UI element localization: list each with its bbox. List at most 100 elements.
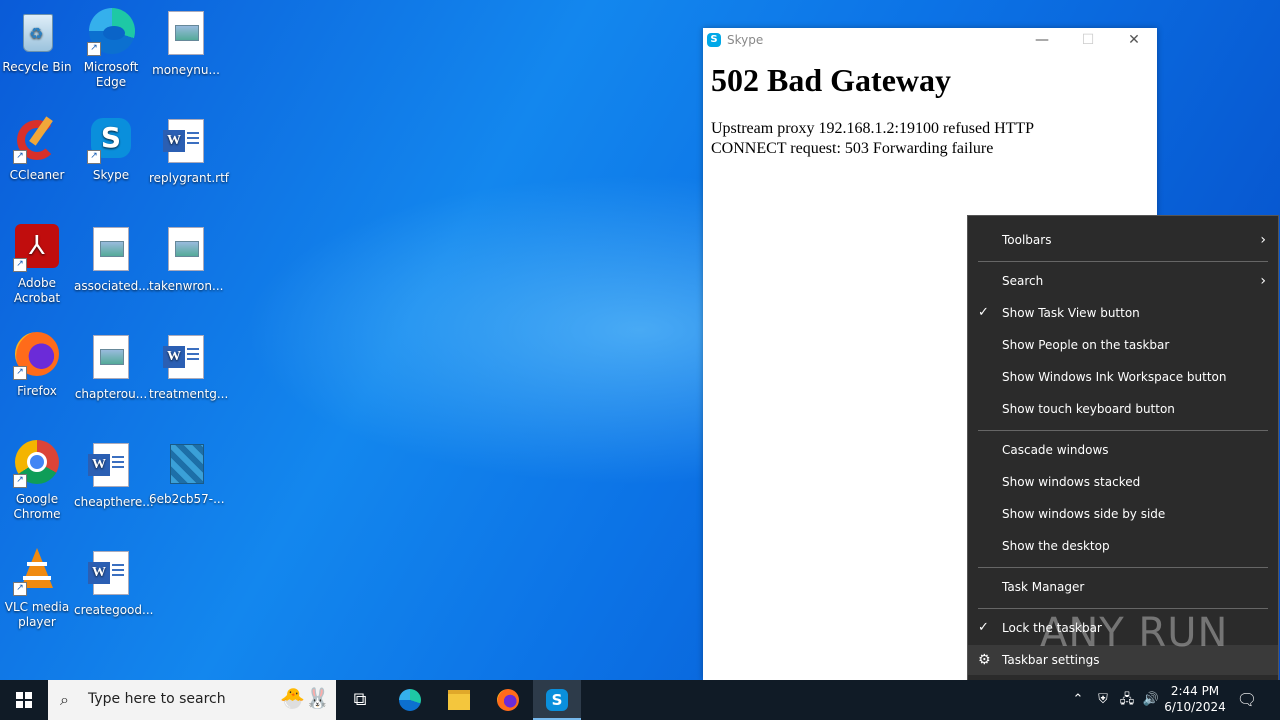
desktop-icon-edge[interactable]: ↗ Microsoft Edge [74,8,148,90]
menu-item-show-ink-workspace[interactable]: Show Windows Ink Workspace button [968,362,1278,392]
menu-item-search[interactable]: Search › [968,266,1278,296]
taskbar-context-menu: Toolbars › Search › ✓ Show Task View but… [967,215,1279,682]
error-page: 502 Bad Gateway Upstream proxy 192.168.1… [703,62,1157,159]
file-explorer-icon [448,690,470,710]
recycle-bin-icon: ♻ [13,8,61,56]
chrome-icon: ↗ [13,440,61,488]
menu-item-task-manager[interactable]: Task Manager [968,572,1278,602]
tray-network[interactable]: 🖧 [1116,680,1138,720]
desktop-icon-recycle-bin[interactable]: ♻ Recycle Bin [0,8,74,75]
taskbar-skype[interactable]: S [533,680,581,720]
desktop-icon-skype[interactable]: S ↗ Skype [74,116,148,183]
chevron-right-icon: › [1260,273,1266,289]
desktop-icon-label: chapterou... [74,387,148,401]
notification-icon: 🗨 [1236,690,1258,709]
menu-item-show-touch-keyboard[interactable]: Show touch keyboard button [968,394,1278,424]
firefox-icon: ↗ [13,332,61,380]
minimize-button[interactable]: — [1019,28,1065,52]
desktop-icon-acrobat[interactable]: ⅄ ↗ Adobe Acrobat [0,224,74,306]
menu-item-show-desktop[interactable]: Show the desktop [968,531,1278,561]
desktop-icon-file[interactable]: W treatmentg... [149,332,228,402]
chevron-right-icon: › [1260,232,1266,248]
action-center-button[interactable]: 🗨 [1234,680,1260,720]
firefox-icon [497,689,519,711]
show-hidden-icons-button[interactable]: ⌃ [1068,680,1088,720]
desktop-icon-file[interactable]: 6eb2cb57-... [149,440,225,507]
shortcut-arrow-icon: ↗ [13,258,27,272]
clock-time: 2:44 PM [1170,684,1220,698]
maximize-button[interactable]: ☐ [1065,28,1111,52]
task-view-button[interactable]: ⧉ [336,680,384,720]
taskbar-clock[interactable]: 2:44 PM 6/10/2024 [1160,683,1230,715]
menu-separator [978,261,1268,262]
desktop-icon-file[interactable]: W creategood... [74,548,154,618]
checkmark-icon: ✓ [978,620,989,635]
menu-item-toolbars[interactable]: Toolbars › [968,225,1278,255]
shortcut-arrow-icon: ↗ [13,366,27,380]
taskbar-edge[interactable] [386,680,434,720]
desktop-icon-label: Adobe Acrobat [13,276,61,305]
desktop-icon-vlc[interactable]: ↗ VLC media player [0,548,74,630]
menu-item-windows-side-by-side[interactable]: Show windows side by side [968,499,1278,529]
menu-item-label: Show windows side by side [1002,507,1166,521]
desktop-icon-label: 6eb2cb57-... [149,492,225,506]
search-box[interactable]: ⌕ Type here to search 🐣🐰 [48,680,336,720]
edge-icon: ↗ [87,8,135,56]
desktop-icon-file[interactable]: chapterou... [74,332,148,402]
desktop-icon-label: cheapthere... [74,495,154,509]
gear-icon: ⚙ [978,652,991,668]
start-button[interactable] [0,680,48,720]
word-doc-icon: W [87,551,135,599]
taskbar-file-explorer[interactable] [435,680,483,720]
desktop-icon-label: VLC media player [4,600,70,629]
word-doc-icon: W [87,443,135,491]
desktop-icon-label: creategood... [74,603,154,617]
desktop-icon-file[interactable]: takenwron... [149,224,223,294]
checkmark-icon: ✓ [978,305,989,320]
tray-security[interactable]: ⛨ [1092,680,1114,720]
desktop-icon-firefox[interactable]: ↗ Firefox [0,332,74,399]
image-file-icon [87,227,135,275]
shortcut-arrow-icon: ↗ [13,150,27,164]
menu-item-label: Task Manager [1002,580,1085,594]
package-icon [162,440,210,488]
desktop-icon-label: Microsoft Edge [83,60,139,89]
desktop-icon-label: replygrant.rtf [149,171,229,185]
menu-item-windows-stacked[interactable]: Show windows stacked [968,467,1278,497]
desktop-icon-chrome[interactable]: ↗ Google Chrome [0,440,74,522]
taskbar: ⌕ Type here to search 🐣🐰 ⧉ S ⌃ ⛨ 🖧 🔊 2:4… [0,680,1280,720]
task-view-icon: ⧉ [353,689,367,710]
desktop-icon-file[interactable]: moneynu... [149,8,223,78]
desktop-icon-file[interactable]: W cheapthere... [74,440,154,510]
desktop-icon-label: takenwron... [149,279,224,293]
menu-item-show-people[interactable]: Show People on the taskbar [968,330,1278,360]
word-doc-icon: W [162,119,210,167]
desktop-icon-label: CCleaner [9,168,65,182]
error-message: Upstream proxy 192.168.1.2:19100 refused… [711,120,1034,157]
desktop-icon-label: moneynu... [152,63,220,77]
menu-item-taskbar-settings[interactable]: ⚙ Taskbar settings [968,645,1278,675]
vlc-icon: ↗ [13,548,61,596]
desktop-icon-file[interactable]: W replygrant.rtf [149,116,229,186]
desktop-icon-ccleaner[interactable]: ↗ CCleaner [0,116,74,183]
search-highlight-illustration: 🐣🐰 [280,686,330,710]
windows-logo-icon [16,692,32,708]
close-button[interactable]: ✕ [1111,28,1157,52]
menu-item-lock-taskbar[interactable]: ✓ Lock the taskbar [968,613,1278,643]
menu-separator [978,567,1268,568]
skype-icon: S ↗ [87,116,135,164]
tray-volume[interactable]: 🔊 [1140,680,1162,720]
menu-item-label: Lock the taskbar [1002,621,1102,635]
edge-icon [399,689,421,711]
ccleaner-icon: ↗ [13,116,61,164]
shortcut-arrow-icon: ↗ [13,582,27,596]
image-file-icon [162,11,210,59]
menu-item-cascade-windows[interactable]: Cascade windows [968,435,1278,465]
desktop-icon-label: Firefox [17,384,57,398]
taskbar-firefox[interactable] [484,680,532,720]
menu-item-show-task-view[interactable]: ✓ Show Task View button [968,298,1278,328]
menu-item-label: Show the desktop [1002,539,1110,553]
menu-item-label: Toolbars [1002,233,1052,247]
desktop-icon-file[interactable]: associated... [74,224,150,294]
clock-date: 6/10/2024 [1164,700,1226,714]
